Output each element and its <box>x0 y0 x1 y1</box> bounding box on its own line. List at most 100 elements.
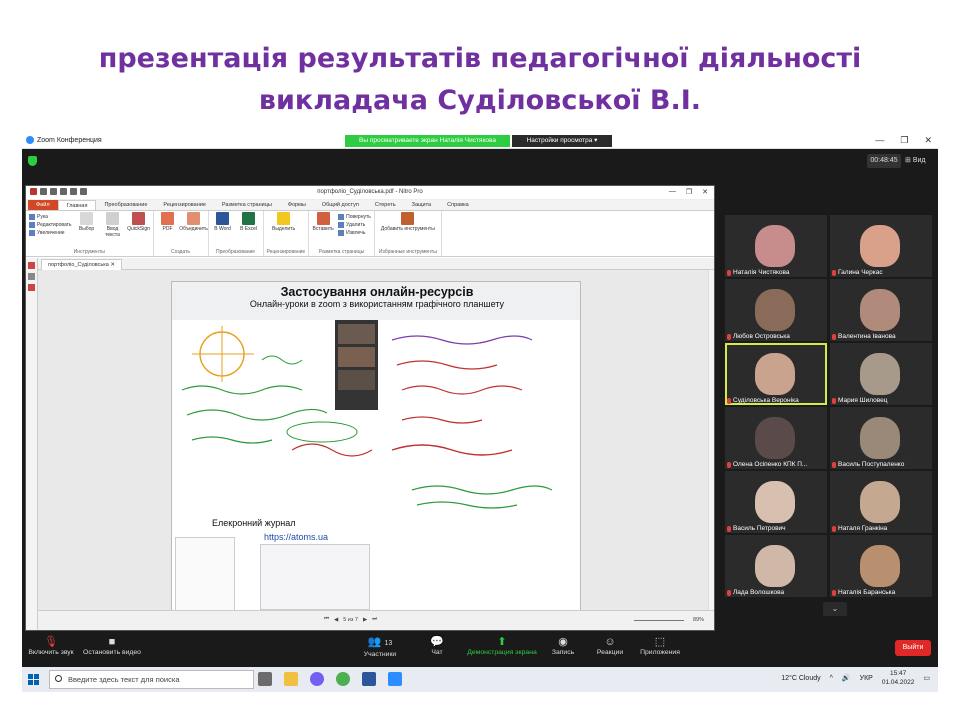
tab-forms[interactable]: Формы <box>280 200 314 210</box>
add-tools-button[interactable]: Добавить инструменты <box>378 212 438 232</box>
share-screen-button[interactable]: ⬆ Демонстрация экрана <box>462 635 542 656</box>
participant-name: Наталія Баранська <box>832 589 895 596</box>
tab-home[interactable]: Главная <box>57 200 97 210</box>
hand-tool-button[interactable]: Рука <box>29 214 72 220</box>
leave-button[interactable]: Выйти <box>895 640 931 656</box>
participant-tile[interactable]: Василь Поступаленко <box>830 407 932 469</box>
participant-tile[interactable]: Наталія Чистякова <box>725 215 827 277</box>
tab-share[interactable]: Общий доступ <box>314 200 367 210</box>
participant-tile[interactable]: Любов Островська <box>725 279 827 341</box>
tray-chevron-icon[interactable]: ^ <box>830 675 833 682</box>
participant-tile[interactable]: Наталя Гранкіна <box>830 471 932 533</box>
participant-tile[interactable]: Олена Осіпенко КПК П... <box>725 407 827 469</box>
participant-tile[interactable]: Василь Петрович <box>725 471 827 533</box>
stop-video-label: Остановить видео <box>83 649 141 656</box>
document-tab[interactable]: портфоліо_Суділовська ✕ <box>41 259 123 270</box>
to-excel-button[interactable]: В Excel <box>238 212 260 232</box>
delete-button[interactable]: Удалить <box>338 222 371 228</box>
notifications-icon[interactable]: ▭ <box>923 674 930 682</box>
highlight-icon <box>277 212 291 225</box>
nitro-window-controls: — ❐ ✕ <box>669 188 708 196</box>
viber-icon[interactable] <box>310 672 324 686</box>
tab-file[interactable]: Файл <box>28 200 58 210</box>
last-page-icon[interactable]: ⏭ <box>372 616 377 623</box>
type-text-button[interactable]: Ввод текста <box>102 212 124 238</box>
minimize-icon[interactable]: — <box>875 135 884 146</box>
weather-widget[interactable]: 12°C Cloudy <box>781 675 820 682</box>
language-indicator[interactable]: УКР <box>860 675 873 682</box>
zoom-control-bar: 🎙 Включить звук ■ Остановить видео 👥 13 Уча… <box>22 631 938 667</box>
zoom-slider[interactable] <box>634 620 684 621</box>
first-page-icon[interactable]: ⏮ <box>324 616 329 623</box>
participant-tile[interactable]: Суділовська Вероніка <box>725 343 827 405</box>
taskbar-search-input[interactable]: Введите здесь текст для поиска <box>49 670 254 689</box>
view-button[interactable]: ⊞ Вид <box>905 154 935 168</box>
chat-button[interactable]: 💬 Чат <box>422 635 452 656</box>
restore-icon[interactable]: ❐ <box>900 135 908 146</box>
tab-convert[interactable]: Преобразование <box>96 200 155 210</box>
participants-button[interactable]: 👥 13 Участники <box>358 635 402 658</box>
volume-icon[interactable]: 🔊 <box>842 674 851 682</box>
participant-tile[interactable]: Лада Волошкова <box>725 535 827 597</box>
close-icon[interactable]: ✕ <box>924 135 932 146</box>
to-word-button[interactable]: В Word <box>212 212 234 232</box>
green-scribble-3 <box>191 436 273 444</box>
mic-muted-icon <box>727 269 731 276</box>
left-panel <box>26 258 38 630</box>
file-explorer-icon[interactable] <box>284 672 298 686</box>
highlight-button[interactable]: Выделить <box>267 212 301 232</box>
edit-tool-button[interactable]: Редактировать <box>29 222 72 228</box>
insert-button[interactable]: Вставить <box>312 212 334 232</box>
tab-page-layout[interactable]: Разметка страницы <box>214 200 280 210</box>
stop-video-button[interactable]: ■ Остановить видео <box>82 635 142 656</box>
page-subheading: Онлайн-уроки в zoom з використанням граф… <box>249 299 505 309</box>
windows-start-icon[interactable] <box>28 674 39 685</box>
record-button[interactable]: ◉ Запись <box>548 635 578 656</box>
participant-name-label: Василь Петрович <box>733 525 786 532</box>
nitro-minimize-icon[interactable]: — <box>669 188 676 196</box>
zoom-tool-button[interactable]: Увеличение <box>29 230 72 236</box>
pages-panel-icon[interactable] <box>28 262 35 269</box>
view-settings-button[interactable]: Настройки просмотра ▾ <box>512 135 612 147</box>
participant-tile[interactable]: Наталія Баранська <box>830 535 932 597</box>
participant-video <box>755 481 795 523</box>
tab-close-icon[interactable]: ✕ <box>110 262 115 268</box>
journal-link[interactable]: https://atoms.ua <box>264 532 328 542</box>
bookmarks-icon[interactable] <box>28 273 35 280</box>
extract-button[interactable]: Извлечь <box>338 230 371 236</box>
page-indicator[interactable]: 5 из 7 <box>343 617 358 623</box>
prev-page-icon[interactable]: ◀ <box>334 617 338 623</box>
combine-button[interactable]: Объединить <box>179 212 208 232</box>
vertical-scrollbar[interactable] <box>708 270 714 610</box>
attachments-icon[interactable] <box>28 284 35 291</box>
participant-video <box>860 353 900 395</box>
tab-protect[interactable]: Защита <box>404 200 440 210</box>
quicksign-button[interactable]: QuickSign <box>127 212 150 232</box>
tab-help[interactable]: Справка <box>439 200 477 210</box>
rotate-button[interactable]: Повернуть <box>338 214 371 220</box>
participant-tile[interactable]: Валентина Іванова <box>830 279 932 341</box>
select-button[interactable]: Выбор <box>76 212 98 232</box>
tab-erase[interactable]: Стереть <box>367 200 404 210</box>
ribbon: Рука Редактировать Увеличение Выбор Ввод… <box>26 211 714 257</box>
task-view-icon[interactable] <box>258 672 272 686</box>
nitro-restore-icon[interactable]: ❐ <box>686 188 692 196</box>
gallery-scroll-down-icon[interactable]: ⌄ <box>823 602 847 616</box>
nitro-window-title: портфоліо_Суділовська.pdf - Nitro Pro <box>317 189 423 195</box>
nitro-close-icon[interactable]: ✕ <box>702 188 708 196</box>
zoom-taskbar-icon[interactable] <box>388 672 402 686</box>
chrome-icon[interactable] <box>336 672 350 686</box>
participant-tile[interactable]: Галина Черкас <box>830 215 932 277</box>
taskbar-clock[interactable]: 15:47 01.04.2022 <box>882 669 915 687</box>
tab-review[interactable]: Рецензирование <box>155 200 213 210</box>
purple-scribble-1 <box>391 335 533 345</box>
next-page-icon[interactable]: ▶ <box>363 617 367 623</box>
pdf-button[interactable]: PDF <box>157 212 179 232</box>
unmute-button[interactable]: 🎙 Включить звук <box>26 635 76 656</box>
apps-button[interactable]: ⬚ Приложения <box>636 635 684 656</box>
participant-name: Мария Шиловец <box>832 397 887 404</box>
participant-tile[interactable]: Мария Шиловец <box>830 343 932 405</box>
word-taskbar-icon[interactable] <box>362 672 376 686</box>
reactions-button[interactable]: ☺ Реакции <box>592 635 628 656</box>
security-shield-icon[interactable] <box>28 156 37 166</box>
